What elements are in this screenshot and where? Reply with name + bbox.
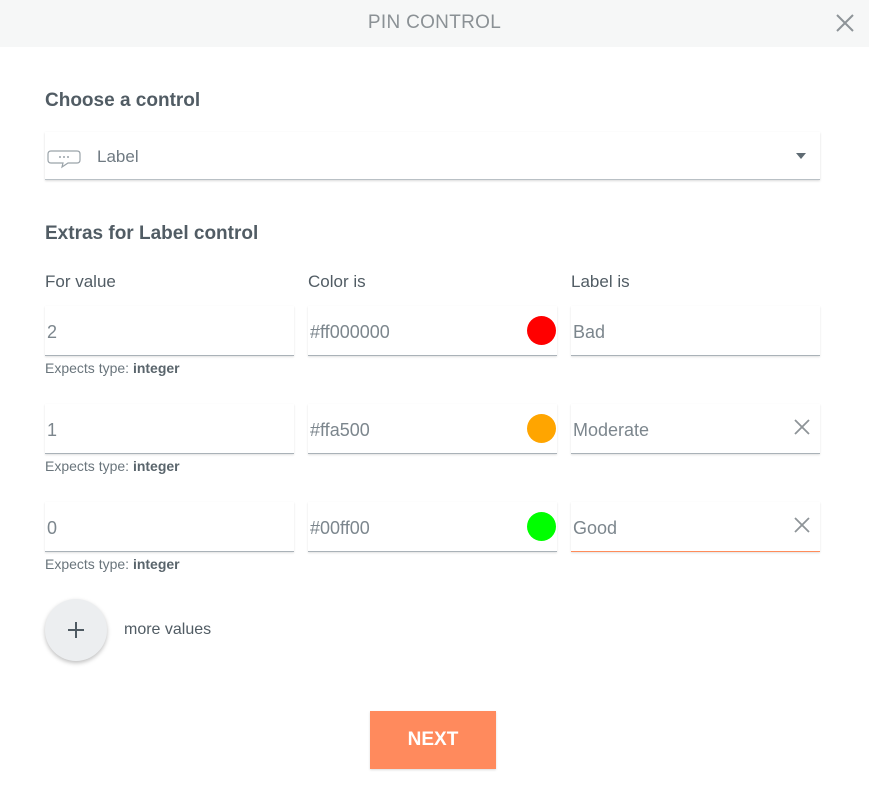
value-field[interactable] xyxy=(45,306,294,356)
color-input[interactable] xyxy=(310,420,520,441)
choose-control-heading: Choose a control xyxy=(45,90,201,111)
label-field[interactable] xyxy=(571,404,820,454)
value-input[interactable] xyxy=(47,420,257,441)
color-input[interactable] xyxy=(310,322,520,343)
label-input[interactable] xyxy=(573,518,783,539)
clear-icon[interactable] xyxy=(792,417,812,437)
type-hint: Expects type: integer xyxy=(45,458,180,474)
color-swatch[interactable] xyxy=(527,414,556,443)
clear-icon[interactable] xyxy=(792,515,812,535)
speech-bubble-icon xyxy=(46,149,82,169)
dialog-title: PIN CONTROL xyxy=(367,12,502,33)
column-label-label: Label is xyxy=(571,272,630,291)
color-input[interactable] xyxy=(310,518,520,539)
value-field[interactable] xyxy=(45,404,294,454)
close-icon[interactable] xyxy=(834,12,856,34)
control-select[interactable]: Label xyxy=(45,132,820,180)
color-swatch[interactable] xyxy=(527,512,556,541)
plus-icon xyxy=(68,622,84,638)
label-field[interactable] xyxy=(571,502,820,552)
selected-control-value: Label xyxy=(97,147,139,166)
color-field[interactable] xyxy=(308,404,557,454)
value-input[interactable] xyxy=(47,518,257,539)
type-hint: Expects type: integer xyxy=(45,556,180,572)
next-button[interactable]: NEXT xyxy=(370,711,496,769)
column-label-value: For value xyxy=(45,272,116,291)
label-input[interactable] xyxy=(573,420,783,441)
label-field[interactable] xyxy=(571,306,820,356)
value-input[interactable] xyxy=(47,322,257,343)
chevron-down-icon xyxy=(796,153,806,159)
extras-heading: Extras for Label control xyxy=(45,223,259,244)
label-input[interactable] xyxy=(573,322,783,343)
column-label-color: Color is xyxy=(308,272,366,291)
color-field[interactable] xyxy=(308,502,557,552)
value-field[interactable] xyxy=(45,502,294,552)
type-hint: Expects type: integer xyxy=(45,360,180,376)
more-values-label: more values xyxy=(124,621,212,638)
color-swatch[interactable] xyxy=(527,316,556,345)
add-value-button[interactable] xyxy=(45,599,107,661)
dialog-header: PIN CONTROL xyxy=(0,0,869,47)
color-field[interactable] xyxy=(308,306,557,356)
